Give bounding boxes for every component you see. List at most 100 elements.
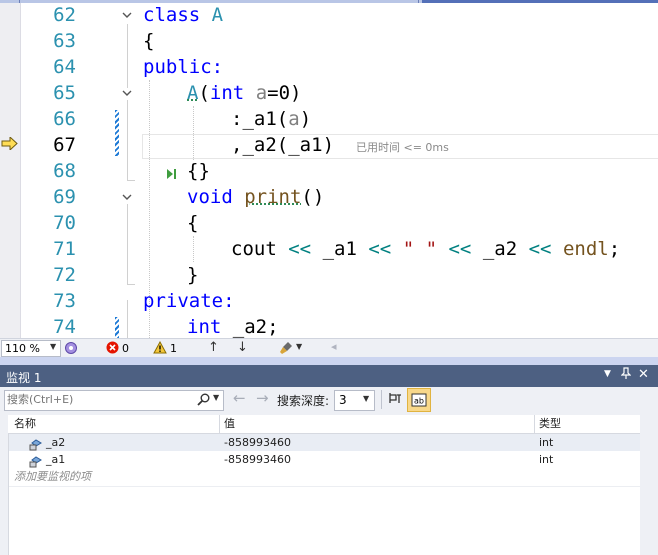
- search-icon[interactable]: [197, 392, 210, 411]
- perf-tip-elapsed-time[interactable]: 已用时间 <= 0ms: [356, 139, 449, 155]
- close-icon[interactable]: ✕: [638, 367, 649, 382]
- collapse-chevron-icon[interactable]: [121, 87, 133, 99]
- watch-scrollbar[interactable]: [640, 415, 658, 555]
- line-number: 68: [53, 160, 76, 182]
- code-line-72[interactable]: }: [187, 262, 198, 288]
- column-header-name[interactable]: 名称: [14, 415, 36, 432]
- search-next-arrow-icon[interactable]: →: [256, 389, 269, 407]
- watch-item-name[interactable]: _a2: [46, 434, 65, 451]
- intellicode-icon[interactable]: [64, 341, 78, 358]
- scroll-left-icon[interactable]: ◂: [331, 340, 337, 353]
- code-line-68[interactable]: {}: [187, 158, 210, 184]
- search-input[interactable]: [7, 392, 193, 407]
- zoom-value: 110 %: [5, 342, 40, 355]
- fold-line: [127, 300, 128, 338]
- code-line-62[interactable]: class A: [143, 2, 223, 28]
- line-number: 62: [53, 4, 76, 26]
- line-number: 65: [53, 82, 76, 104]
- class-name: A: [211, 4, 224, 26]
- indent-guide: [193, 236, 194, 262]
- parameter-a: a: [255, 82, 268, 104]
- fold-line: [127, 100, 128, 180]
- warning-count[interactable]: 1: [170, 342, 177, 355]
- error-count[interactable]: 0: [122, 342, 129, 355]
- zoom-dropdown[interactable]: 110 % ▼: [1, 340, 61, 357]
- watch-item-value[interactable]: -858993460: [224, 434, 291, 451]
- line-number: 73: [53, 290, 76, 312]
- panel-splitter[interactable]: [0, 357, 658, 365]
- editor-top-scroll-indicator: [0, 0, 658, 3]
- chevron-down-icon: ▼: [50, 342, 57, 351]
- change-tracking-bar: [115, 317, 119, 338]
- column-header-value[interactable]: 值: [224, 415, 235, 432]
- member-a1: _a1: [322, 238, 357, 260]
- collapse-chevron-icon[interactable]: [121, 9, 133, 21]
- fold-line: [127, 180, 135, 181]
- watch-window-header[interactable]: 监视 1 ▼ ✕: [0, 365, 658, 387]
- stream-operator: <<: [288, 238, 312, 260]
- code-line-71[interactable]: cout << _a1 << " " << _a2 << endl;: [231, 236, 620, 262]
- init-colon: :: [231, 108, 243, 130]
- warning-icon[interactable]: [153, 340, 167, 357]
- comma: ,: [231, 134, 243, 156]
- search-depth-label: 搜索深度:: [277, 394, 330, 408]
- code-cleanup-broom-icon[interactable]: [279, 341, 293, 358]
- error-icon[interactable]: [106, 341, 119, 357]
- chevron-down-icon: ▼: [363, 394, 370, 403]
- svg-text:ab: ab: [414, 397, 424, 406]
- code-line-70[interactable]: {: [187, 210, 198, 236]
- stream-operator: <<: [448, 238, 472, 260]
- pin-icon[interactable]: [620, 367, 632, 383]
- fold-line: [127, 24, 128, 88]
- line-number: 66: [53, 108, 76, 130]
- string-literal: " ": [402, 238, 438, 260]
- code-line-74[interactable]: int _a2;: [187, 314, 279, 338]
- member-a2: _a2: [482, 238, 518, 260]
- stream-operator: <<: [368, 238, 392, 260]
- indicator-margin[interactable]: [0, 3, 21, 338]
- fold-line: [127, 204, 128, 284]
- arrow-up-icon[interactable]: ↑: [208, 340, 219, 355]
- member-a1: _a1: [288, 134, 323, 156]
- open-brace: {: [143, 30, 155, 52]
- toolbar-separator: [381, 390, 382, 409]
- line-number: 71: [53, 238, 76, 260]
- code-line-69[interactable]: void print(): [187, 184, 324, 210]
- endl: endl: [562, 238, 609, 260]
- show-raw-structure-toggle[interactable]: ab: [407, 388, 431, 412]
- code-line-67[interactable]: ,_a2(_a1): [231, 132, 334, 158]
- collapse-chevron-icon[interactable]: [121, 191, 133, 203]
- paren: (: [198, 82, 210, 104]
- keyword-class: class: [143, 4, 201, 26]
- code-line-64[interactable]: public:: [143, 54, 223, 80]
- editor-status-bar: 110 % ▼ 0 1 ↑ ↓ ▼ ◂: [0, 338, 658, 358]
- stream-operator: <<: [528, 238, 552, 260]
- line-number: 64: [53, 56, 76, 78]
- pin-source-icon[interactable]: [388, 391, 403, 410]
- code-line-65[interactable]: A(int a=0): [187, 80, 301, 106]
- search-previous-arrow-icon[interactable]: ←: [233, 389, 246, 407]
- paren: (: [276, 108, 289, 130]
- code-line-63[interactable]: {: [143, 28, 154, 54]
- add-watch-row[interactable]: [9, 468, 640, 487]
- run-to-click-icon[interactable]: [165, 165, 177, 184]
- watch-item-name[interactable]: _a1: [46, 451, 65, 468]
- code-line-66[interactable]: :_a1(a): [231, 106, 311, 132]
- watch-item-value[interactable]: -858993460: [224, 451, 291, 468]
- column-header-type[interactable]: 类型: [539, 415, 561, 432]
- chevron-down-icon[interactable]: ▼: [296, 342, 302, 351]
- keyword-int: int: [209, 82, 245, 104]
- arrow-down-icon[interactable]: ↓: [237, 340, 248, 355]
- code-line-73[interactable]: private:: [143, 288, 235, 314]
- keyword-void: void: [187, 186, 233, 208]
- line-number: 70: [53, 212, 76, 234]
- search-box[interactable]: ▼: [4, 390, 224, 411]
- code-editor[interactable]: 62 63 64 65 66 67 68 69 70 71 72 73 74 c…: [0, 0, 658, 338]
- add-watch-placeholder[interactable]: 添加要监视的项: [14, 468, 91, 485]
- search-depth-select[interactable]: 3 ▼: [334, 390, 375, 411]
- chevron-down-icon[interactable]: ▼: [213, 393, 219, 402]
- constructor-name: A: [187, 82, 199, 104]
- default-value: =0): [267, 82, 302, 104]
- watch-item-type: int: [539, 453, 554, 466]
- window-menu-chevron-icon[interactable]: ▼: [604, 369, 611, 379]
